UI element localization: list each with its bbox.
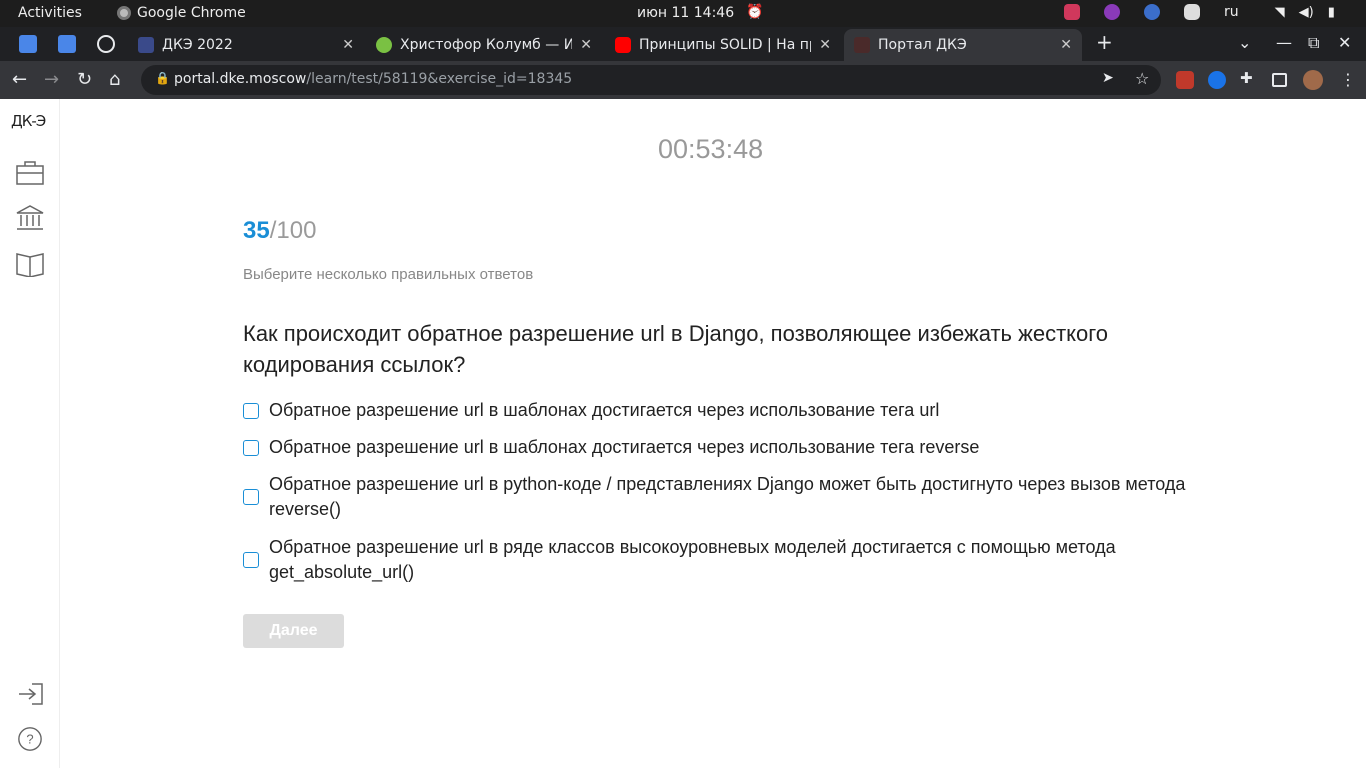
answer-label: Обратное разрешение url в python-коде / … [269, 474, 1186, 519]
url-path: /learn/test/58119&exercise_id=18345 [306, 71, 573, 87]
dke-favicon-icon [138, 37, 154, 53]
profile-avatar[interactable] [1303, 70, 1323, 90]
forward-arrow-icon[interactable]: → [44, 69, 59, 90]
open-book-icon[interactable] [16, 251, 44, 277]
tab-title: Христофор Колумб — Ис [400, 37, 573, 53]
tray-app-icon[interactable] [1104, 4, 1120, 20]
app-menu[interactable]: Google Chrome [117, 5, 246, 21]
question-text: Как происходит обратное разрешение url в… [243, 321, 1109, 377]
wifi-icon[interactable]: ◥ [1275, 5, 1285, 20]
briefcase-icon[interactable] [16, 160, 44, 186]
site-favicon-icon [376, 37, 392, 53]
lock-icon[interactable]: 🔒 [155, 71, 170, 85]
pinned-tab-link-icon[interactable] [97, 35, 115, 53]
home-icon[interactable]: ⌂ [109, 69, 120, 90]
close-tab-icon[interactable]: ✕ [819, 37, 831, 53]
svg-text:?: ? [26, 732, 33, 747]
answer-label: Обратное разрешение url в ряде классов в… [269, 537, 1116, 582]
bookmark-star-icon[interactable]: ☆ [1135, 69, 1149, 88]
tab-search-chevron-icon[interactable]: ⌄ [1238, 33, 1251, 52]
battery-icon[interactable]: ▮ [1328, 5, 1335, 20]
answer-checkbox[interactable] [243, 402, 259, 419]
sidebar: ДК-Э ? [0, 99, 60, 768]
back-arrow-icon[interactable]: ← [12, 69, 27, 90]
maximize-window-button[interactable]: ⧉ [1308, 33, 1319, 53]
system-tray: ru ◥ ◀) ▮ [1064, 4, 1349, 20]
url-host: portal.dke.moscow [174, 71, 307, 87]
tray-app-icon[interactable] [1144, 4, 1160, 20]
answer-checkbox[interactable] [243, 552, 259, 568]
tab-solid[interactable]: Принципы SOLID | На пр ✕ [605, 29, 841, 61]
close-window-button[interactable]: ✕ [1338, 33, 1351, 52]
address-bar[interactable]: 🔒 portal.dke.moscow/learn/test/58119&exe… [141, 65, 1161, 95]
youtube-icon [615, 37, 631, 53]
kebab-menu-icon[interactable]: ⋮ [1340, 70, 1356, 89]
test-timer: 00:53:48 [658, 134, 764, 164]
answer-label: Обратное разрешение url в шаблонах дости… [269, 400, 940, 420]
dke-logo[interactable]: ДК-Э [11, 112, 46, 130]
logout-icon[interactable] [16, 681, 44, 707]
send-tab-icon[interactable]: ➤ [1102, 70, 1114, 86]
tab-dke-2022[interactable]: ДКЭ 2022 ✕ [128, 29, 364, 61]
browser-toolbar: ← → ↻ ⌂ 🔒 portal.dke.moscow/learn/test/5… [0, 61, 1366, 99]
answer-option-4[interactable]: Обратное разрешение url в ряде классов в… [243, 535, 1189, 585]
discord-icon[interactable] [1184, 4, 1200, 20]
answer-option-1[interactable]: Обратное разрешение url в шаблонах дости… [243, 398, 1189, 423]
volume-icon[interactable]: ◀) [1299, 5, 1314, 20]
tab-title: ДКЭ 2022 [162, 37, 233, 53]
app-name: Google Chrome [137, 5, 246, 21]
alarm-bell-icon: ⏰ [746, 4, 764, 20]
tray-app-icon[interactable] [1064, 4, 1080, 20]
minimize-window-button[interactable]: — [1276, 33, 1292, 52]
pinned-tab-docs-icon[interactable] [58, 35, 76, 53]
keyboard-language[interactable]: ru [1224, 4, 1239, 20]
logo-text: ДК-Э [11, 112, 46, 130]
side-panel-icon[interactable] [1272, 73, 1287, 87]
close-tab-icon[interactable]: ✕ [1060, 37, 1072, 53]
reload-icon[interactable]: ↻ [77, 69, 92, 90]
tab-title: Портал ДКЭ [878, 37, 967, 53]
url-text[interactable]: portal.dke.moscow/learn/test/58119&exerc… [174, 71, 572, 87]
answer-instruction: Выберите несколько правильных ответов [243, 266, 534, 283]
extensions-puzzle-icon[interactable]: ✚ [1240, 69, 1258, 87]
new-tab-button[interactable]: + [1096, 30, 1113, 54]
answer-option-3[interactable]: Обратное разрешение url в python-коде / … [243, 472, 1189, 522]
answer-option-2[interactable]: Обратное разрешение url в шаблонах дости… [243, 435, 1189, 460]
tab-columbus[interactable]: Христофор Колумб — Ис ✕ [366, 29, 602, 61]
extension-mail-icon[interactable] [1176, 71, 1194, 89]
answer-checkbox[interactable] [243, 439, 259, 456]
current-question-number: 35 [243, 217, 270, 244]
close-tab-icon[interactable]: ✕ [580, 37, 592, 53]
tab-title: Принципы SOLID | На пр [639, 37, 812, 53]
system-top-bar: Activities Google Chrome июн 11 14:46 ⏰ … [0, 0, 1366, 27]
help-icon[interactable]: ? [16, 726, 44, 752]
chrome-icon [117, 6, 131, 20]
answer-checkbox[interactable] [243, 489, 259, 505]
tab-portal-dke[interactable]: Портал ДКЭ ✕ [844, 29, 1082, 61]
tab-strip: ДКЭ 2022 ✕ Христофор Колумб — Ис ✕ Принц… [0, 27, 1366, 61]
clock[interactable]: июн 11 14:46 [637, 5, 734, 21]
institution-icon[interactable] [16, 205, 44, 231]
close-tab-icon[interactable]: ✕ [342, 37, 354, 53]
pinned-tab-docs-icon[interactable] [19, 35, 37, 53]
question-counter: 35/100 [243, 217, 316, 245]
answer-label: Обратное разрешение url в шаблонах дости… [269, 437, 980, 457]
dke-favicon-icon [854, 37, 870, 53]
next-button[interactable]: Далее [243, 614, 344, 648]
extension-infinity-icon[interactable] [1208, 71, 1226, 89]
total-questions: /100 [269, 217, 317, 244]
activities-button[interactable]: Activities [18, 5, 82, 21]
